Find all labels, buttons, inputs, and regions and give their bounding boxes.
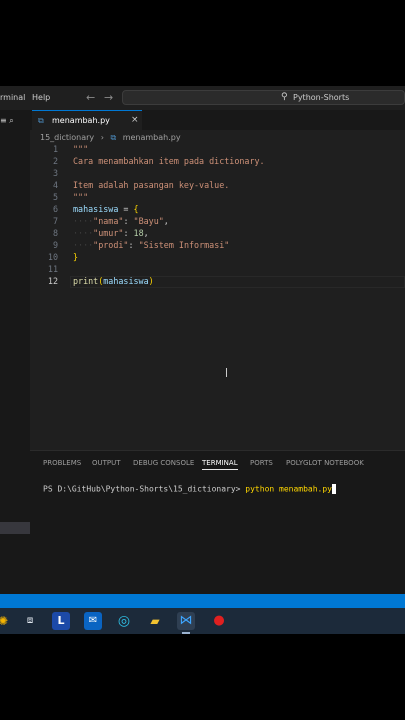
outlook-icon[interactable]: ✉ bbox=[84, 612, 102, 630]
code-line: 8 ····"umur": 18, bbox=[30, 228, 405, 240]
code-line: 11 bbox=[30, 264, 405, 276]
line-number: 10 bbox=[47, 252, 58, 262]
edge-icon[interactable]: ◎ bbox=[115, 612, 133, 630]
tab-ports[interactable]: PORTS bbox=[250, 459, 273, 467]
breadcrumb: 15_dictionary › ⧉ menambah.py bbox=[40, 133, 185, 143]
code-line: 3 bbox=[30, 168, 405, 180]
code-text: } bbox=[73, 252, 79, 262]
letterbox-bottom bbox=[0, 634, 405, 720]
status-bar bbox=[0, 594, 405, 608]
taskbar: ✺ ⧈ L ✉ ◎ ▰ ⋈ ● bbox=[0, 608, 405, 634]
editor-tab-bar: ⧉ menambah.py × bbox=[30, 110, 405, 130]
code-text: mahasiswa = { bbox=[73, 204, 139, 214]
tab-menambah-py[interactable]: ⧉ menambah.py × bbox=[32, 110, 142, 130]
code-line: 1 """ bbox=[30, 144, 405, 156]
tab-debug-console[interactable]: DEBUG CONSOLE bbox=[133, 459, 194, 467]
code-line: 2 Cara menambahkan item pada dictionary. bbox=[30, 156, 405, 168]
mouse-i-beam-cursor bbox=[226, 368, 227, 377]
python-file-icon: ⧉ bbox=[38, 116, 44, 125]
command-center-search[interactable]: ⚲ Python-Shorts bbox=[122, 90, 405, 105]
search-icon: ⚲ bbox=[281, 92, 288, 102]
activity-bar: ≡ ⌕ bbox=[0, 110, 30, 594]
line-number: 7 bbox=[52, 216, 58, 226]
search-text: Python-Shorts bbox=[293, 93, 350, 102]
weather-icon[interactable]: ✺ bbox=[0, 612, 12, 630]
bottom-panel: PROBLEMS OUTPUT DEBUG CONSOLE TERMINAL P… bbox=[30, 450, 405, 595]
activity-selected-item[interactable] bbox=[0, 522, 30, 534]
file-explorer-icon[interactable]: ▰ bbox=[146, 612, 164, 630]
terminal-output[interactable]: PS D:\GitHub\Python-Shorts\15_dictionary… bbox=[43, 484, 336, 494]
line-number: 8 bbox=[52, 228, 58, 238]
tab-label: menambah.py bbox=[52, 116, 110, 125]
code-line: 6 mahasiswa = { bbox=[30, 204, 405, 216]
line-number: 4 bbox=[52, 180, 58, 190]
tab-problems[interactable]: PROBLEMS bbox=[43, 459, 81, 467]
menu-help[interactable]: Help bbox=[32, 93, 50, 102]
code-text: """ bbox=[73, 144, 89, 154]
terminal-prompt: PS D:\GitHub\Python-Shorts\15_dictionary… bbox=[43, 484, 246, 494]
tab-output[interactable]: OUTPUT bbox=[92, 459, 121, 467]
code-line: 4 Item adalah pasangan key-value. bbox=[30, 180, 405, 192]
editor-area[interactable]: ⧉ menambah.py × 15_dictionary › ⧉ menamb… bbox=[30, 110, 405, 450]
code-line-active: 12 print(mahasiswa) bbox=[30, 276, 405, 288]
code-line: 10} bbox=[30, 252, 405, 264]
line-number: 12 bbox=[47, 276, 58, 286]
line-number: 5 bbox=[52, 192, 58, 202]
terminal-cursor bbox=[332, 484, 336, 494]
l-app-icon[interactable]: L bbox=[52, 612, 70, 630]
code-line: 5 """ bbox=[30, 192, 405, 204]
code-line: 9 ····"prodi": "Sistem Informasi" bbox=[30, 240, 405, 252]
letterbox-top bbox=[0, 0, 405, 86]
line-number: 1 bbox=[52, 144, 58, 154]
breadcrumb-file[interactable]: menambah.py bbox=[123, 133, 181, 142]
code-text: ····"prodi": "Sistem Informasi" bbox=[73, 240, 230, 250]
tab-terminal[interactable]: TERMINAL bbox=[202, 459, 238, 470]
code-line: 7 ····"nama": "Bayu", bbox=[30, 216, 405, 228]
breadcrumb-separator: › bbox=[100, 133, 104, 142]
arrow-right-icon[interactable]: → bbox=[104, 91, 113, 104]
arrow-left-icon[interactable]: ← bbox=[86, 91, 95, 104]
explorer-icon[interactable]: ≡ ⌕ bbox=[0, 116, 14, 126]
line-number: 9 bbox=[52, 240, 58, 250]
line-number: 6 bbox=[52, 204, 58, 214]
line-number: 3 bbox=[52, 168, 58, 178]
breadcrumb-folder[interactable]: 15_dictionary bbox=[40, 133, 94, 142]
code-text: print(mahasiswa) bbox=[73, 276, 154, 286]
code-text: ····"nama": "Bayu", bbox=[73, 216, 169, 226]
code-text: ····"umur": 18, bbox=[73, 228, 149, 238]
tab-polyglot-notebook[interactable]: POLYGLOT NOTEBOOK bbox=[286, 459, 364, 467]
close-icon[interactable]: × bbox=[131, 115, 139, 125]
task-view-icon[interactable]: ⧈ bbox=[21, 612, 39, 630]
code-text: """ bbox=[73, 192, 89, 202]
python-file-icon: ⧉ bbox=[110, 133, 117, 142]
vscode-icon[interactable]: ⋈ bbox=[177, 612, 195, 634]
line-number: 2 bbox=[52, 156, 58, 166]
menu-terminal[interactable]: rminal bbox=[0, 93, 25, 102]
code-text: Item adalah pasangan key-value. bbox=[73, 180, 230, 190]
code-lines[interactable]: 1 """ 2 Cara menambahkan item pada diction… bbox=[30, 144, 405, 288]
line-number: 11 bbox=[47, 264, 58, 274]
code-text: Cara menambahkan item pada dictionary. bbox=[73, 156, 265, 166]
app-red-icon[interactable]: ● bbox=[210, 612, 228, 630]
terminal-command: python menambah.py bbox=[245, 484, 332, 494]
